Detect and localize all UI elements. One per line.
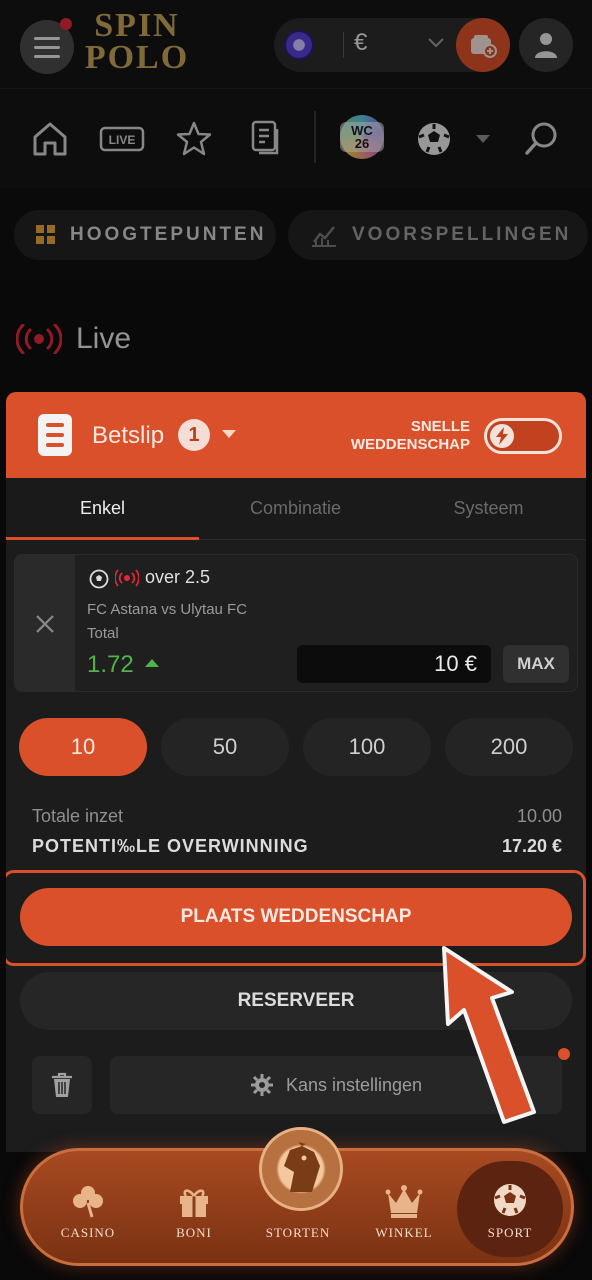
hamburger-line xyxy=(34,45,60,49)
highlights-pill[interactable]: HOOGTEPUNTEN xyxy=(14,210,276,260)
betslip-icon xyxy=(38,414,72,456)
nav-shop-label: WINKEL xyxy=(375,1225,433,1240)
account-button[interactable] xyxy=(519,18,573,72)
bottom-navigation: CASINO BONI STORTEN WINKEL SPORT xyxy=(20,1127,574,1266)
place-bet-button[interactable]: PLAATS WEDDENSCHAP xyxy=(20,888,572,946)
deposit-wallet-button[interactable] xyxy=(456,18,510,72)
logo-line-2: POLO xyxy=(84,39,190,76)
nav-sport-label: SPORT xyxy=(487,1225,533,1240)
hamburger-line xyxy=(34,36,60,40)
bet-type-tabs: Enkel Combinatie Systeem xyxy=(6,478,586,540)
nav-deposit[interactable]: STORTEN xyxy=(253,1181,343,1251)
grid-icon xyxy=(36,225,55,244)
quick-stake-50[interactable]: 50 xyxy=(161,718,289,776)
selection-match: FC Astana vs Ulytau FC xyxy=(87,601,248,618)
soccer-icon xyxy=(89,569,109,589)
svg-text:LIVE: LIVE xyxy=(109,133,136,147)
clover-icon xyxy=(73,1186,103,1218)
close-icon xyxy=(36,615,54,633)
max-stake-button[interactable]: MAX xyxy=(503,645,569,683)
highlights-label: HOOGTEPUNTEN xyxy=(70,224,267,245)
wc26-label: WC 26 xyxy=(340,122,384,152)
user-icon xyxy=(535,33,557,58)
casino-chip-icon xyxy=(284,30,314,60)
hamburger-line xyxy=(34,54,60,58)
potential-win-label: POTENTI‰LE OVERWINNING xyxy=(32,836,309,856)
nav-casino-label: CASINO xyxy=(60,1225,116,1240)
bet-selection-card: over 2.5 FC Astana vs Ulytau FC Total 1.… xyxy=(14,554,578,692)
potential-win-value: 17.20 € xyxy=(501,836,562,856)
stake-input[interactable]: 10 € xyxy=(297,645,491,683)
tab-combination[interactable]: Combinatie xyxy=(199,478,392,540)
pointer-arrow-icon xyxy=(442,946,536,1124)
nav-casino[interactable]: CASINO xyxy=(43,1181,133,1251)
sport-dropdown-caret-icon[interactable] xyxy=(474,133,492,145)
betslip-title: Betslip xyxy=(92,422,165,449)
search-icon[interactable] xyxy=(520,117,564,161)
predictions-label: VOORSPELLINGEN xyxy=(352,224,572,245)
wc26-icon[interactable]: WC 26 xyxy=(340,115,384,159)
notification-dot xyxy=(60,18,72,30)
quick-bet-label: SNELLE WEDDENSCHAP xyxy=(350,418,470,453)
star-icon[interactable] xyxy=(172,117,216,161)
nav-bonus-label: BONI xyxy=(176,1225,212,1240)
logo-line-1: SPIN xyxy=(94,7,180,44)
top-header: SPIN POLO € xyxy=(0,0,592,88)
tab-system[interactable]: Systeem xyxy=(392,478,585,540)
site-logo[interactable]: SPIN POLO xyxy=(82,7,192,78)
tab-single[interactable]: Enkel xyxy=(6,478,199,540)
live-section-header: Live xyxy=(16,322,131,356)
nav-shop[interactable]: WINKEL xyxy=(359,1181,449,1251)
clear-betslip-button[interactable] xyxy=(32,1056,92,1114)
trash-icon xyxy=(52,1072,72,1097)
crown-icon xyxy=(385,1185,423,1218)
lightning-icon xyxy=(490,424,514,448)
selection-odds: 1.72 xyxy=(87,651,134,678)
nav-bonus[interactable]: BONI xyxy=(149,1181,239,1251)
notification-dot xyxy=(558,1048,570,1060)
live-title: Live xyxy=(76,322,132,355)
home-icon[interactable] xyxy=(28,117,72,161)
selection-bet-type: Total xyxy=(87,625,119,642)
total-stake-value: 10.00 xyxy=(516,806,562,826)
live-icon[interactable]: LIVE xyxy=(98,117,146,161)
live-broadcast-icon xyxy=(16,324,62,354)
soccer-icon[interactable] xyxy=(412,117,456,161)
quick-stake-200[interactable]: 200 xyxy=(445,718,573,776)
total-stake-label: Totale inzet xyxy=(32,806,124,826)
predictions-pill[interactable]: VOORSPELLINGEN xyxy=(288,210,588,260)
divider xyxy=(314,111,316,163)
nav-sport[interactable]: SPORT xyxy=(465,1181,555,1251)
category-pills: HOOGTEPUNTEN VOORSPELLINGEN xyxy=(0,188,592,280)
quick-stake-100[interactable]: 100 xyxy=(303,718,431,776)
bet-history-icon[interactable] xyxy=(244,117,288,161)
live-broadcast-icon xyxy=(115,569,139,587)
sport-nav-bar: LIVE WC 26 xyxy=(0,88,592,188)
betslip-count-badge: 1 xyxy=(178,419,210,451)
selection-market: over 2.5 xyxy=(145,567,211,587)
wallet-plus-icon xyxy=(471,35,497,58)
divider xyxy=(343,32,344,58)
chart-trend-icon xyxy=(312,226,336,247)
chevron-down-icon xyxy=(428,38,444,48)
quick-bet-toggle[interactable] xyxy=(484,418,562,454)
nav-deposit-label: STORTEN xyxy=(265,1225,331,1240)
odds-up-arrow-icon xyxy=(145,659,159,667)
gift-icon xyxy=(180,1189,208,1217)
gear-icon xyxy=(250,1074,273,1096)
chevron-down-icon[interactable] xyxy=(222,430,236,438)
remove-selection-button[interactable] xyxy=(15,555,75,691)
betslip-header[interactable]: Betslip 1 SNELLE WEDDENSCHAP xyxy=(6,392,586,478)
currency-symbol: € xyxy=(354,29,368,56)
quick-stake-10[interactable]: 10 xyxy=(19,718,147,776)
odds-settings-label: Kans instellingen xyxy=(285,1074,423,1095)
soccer-icon xyxy=(494,1184,526,1216)
